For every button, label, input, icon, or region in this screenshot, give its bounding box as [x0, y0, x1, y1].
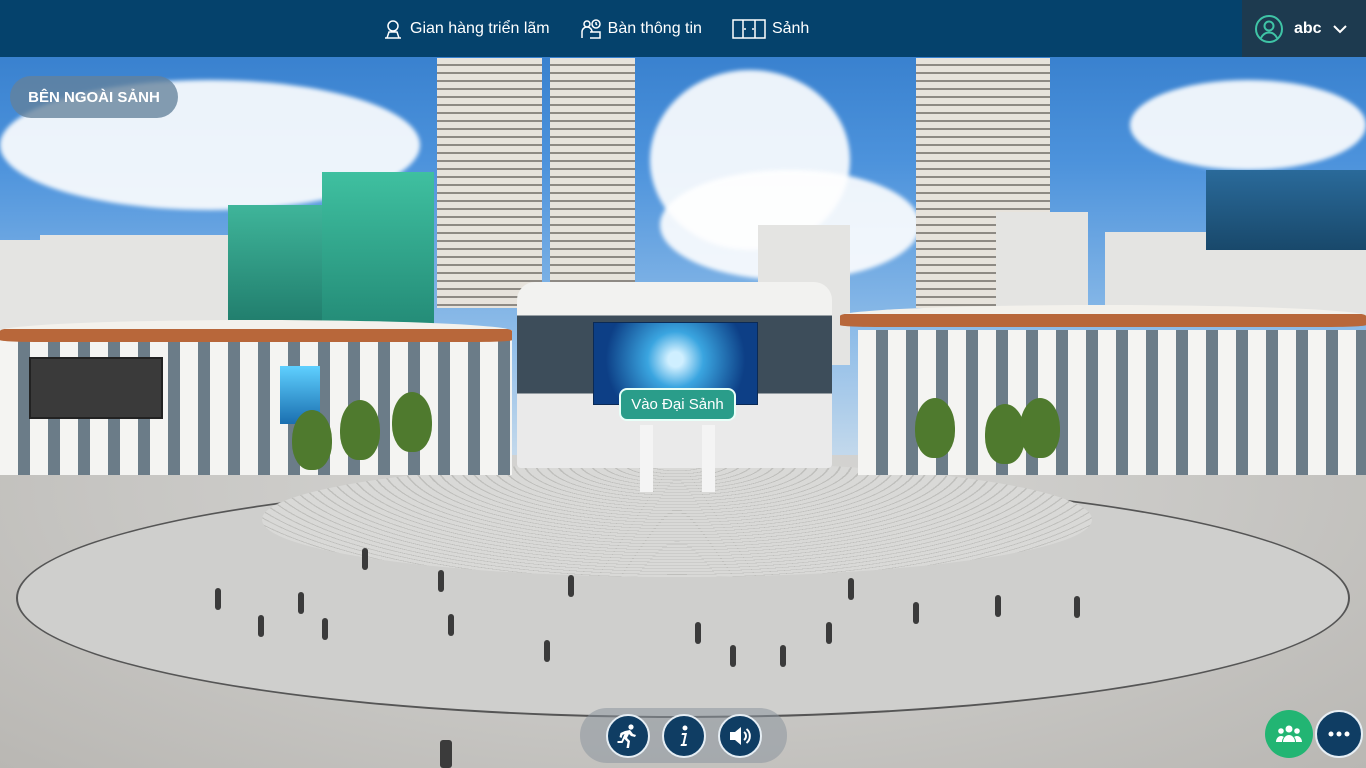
- visitor: [826, 622, 832, 644]
- exhibition-booth-icon: [385, 19, 401, 39]
- visitor: [322, 618, 328, 640]
- sign-post: [640, 425, 653, 492]
- sound-button[interactable]: [717, 713, 762, 758]
- info-desk-icon: [580, 18, 601, 39]
- tree: [985, 404, 1025, 464]
- user-name: abc: [1294, 19, 1322, 37]
- building: [228, 205, 323, 330]
- nav-exhibition-booths-label: Gian hàng triển lãm: [410, 19, 550, 37]
- enter-main-hall-button[interactable]: Vào Đại Sảnh: [619, 388, 736, 421]
- building: [148, 235, 228, 330]
- running-person-icon: [617, 723, 636, 748]
- visitor: [730, 645, 736, 667]
- lobby-icon: [732, 18, 766, 39]
- plaza-steps: [262, 462, 1092, 577]
- chevron-down-icon: [1332, 24, 1347, 33]
- building: [0, 240, 40, 330]
- nav-lobby-label: Sảnh: [771, 19, 810, 37]
- user-avatar-character: [440, 740, 452, 768]
- main-nav: Gian hàng triển lãm Bàn thông tin Sảnh: [382, 0, 839, 57]
- skyscraper: [550, 58, 635, 288]
- location-label: BÊN NGOÀI SẢNH: [10, 76, 178, 118]
- visitor: [695, 622, 701, 644]
- people-button[interactable]: [1265, 710, 1313, 758]
- info-icon: [680, 725, 687, 746]
- tree: [292, 410, 332, 470]
- visitor: [544, 640, 550, 662]
- tree: [915, 398, 955, 458]
- visitor: [780, 645, 786, 667]
- nav-info-desk[interactable]: Bàn thông tin: [580, 18, 702, 40]
- visitor: [995, 595, 1001, 617]
- building: [322, 172, 434, 330]
- visitor: [848, 578, 854, 600]
- tree: [340, 400, 380, 460]
- building: [40, 235, 150, 330]
- sign-post: [702, 425, 715, 492]
- tree: [392, 392, 432, 452]
- info-button[interactable]: [661, 713, 706, 758]
- ellipsis-icon: [1328, 731, 1350, 737]
- tree: [1020, 398, 1060, 458]
- people-group-icon: [1276, 725, 1302, 742]
- visitor: [913, 602, 919, 624]
- right-hall-roof: [840, 305, 1366, 327]
- more-button[interactable]: [1315, 710, 1363, 758]
- user-menu[interactable]: abc: [1242, 0, 1366, 57]
- visitor: [568, 575, 574, 597]
- nav-exhibition-booths[interactable]: Gian hàng triển lãm: [382, 18, 550, 40]
- speaker-icon: [729, 726, 751, 745]
- visitor: [298, 592, 304, 614]
- skyscraper: [437, 58, 542, 308]
- visitor: [362, 548, 368, 570]
- visitor: [215, 588, 221, 610]
- top-navigation-bar: Gian hàng triển lãm Bàn thông tin Sảnh a…: [0, 0, 1366, 57]
- bottom-control-bar: [580, 708, 787, 763]
- left-video-screen[interactable]: [29, 357, 163, 419]
- visitor: [258, 615, 264, 637]
- virtual-expo-scene[interactable]: [0, 0, 1366, 768]
- visitor: [448, 614, 454, 636]
- user-avatar-icon: [1255, 14, 1283, 43]
- cloud: [1130, 80, 1366, 170]
- left-hall-roof: [0, 320, 512, 342]
- walk-button[interactable]: [605, 713, 650, 758]
- nav-info-desk-label: Bàn thông tin: [607, 19, 702, 37]
- visitor: [438, 570, 444, 592]
- nav-lobby[interactable]: Sảnh: [732, 18, 809, 40]
- visitor: [1074, 596, 1080, 618]
